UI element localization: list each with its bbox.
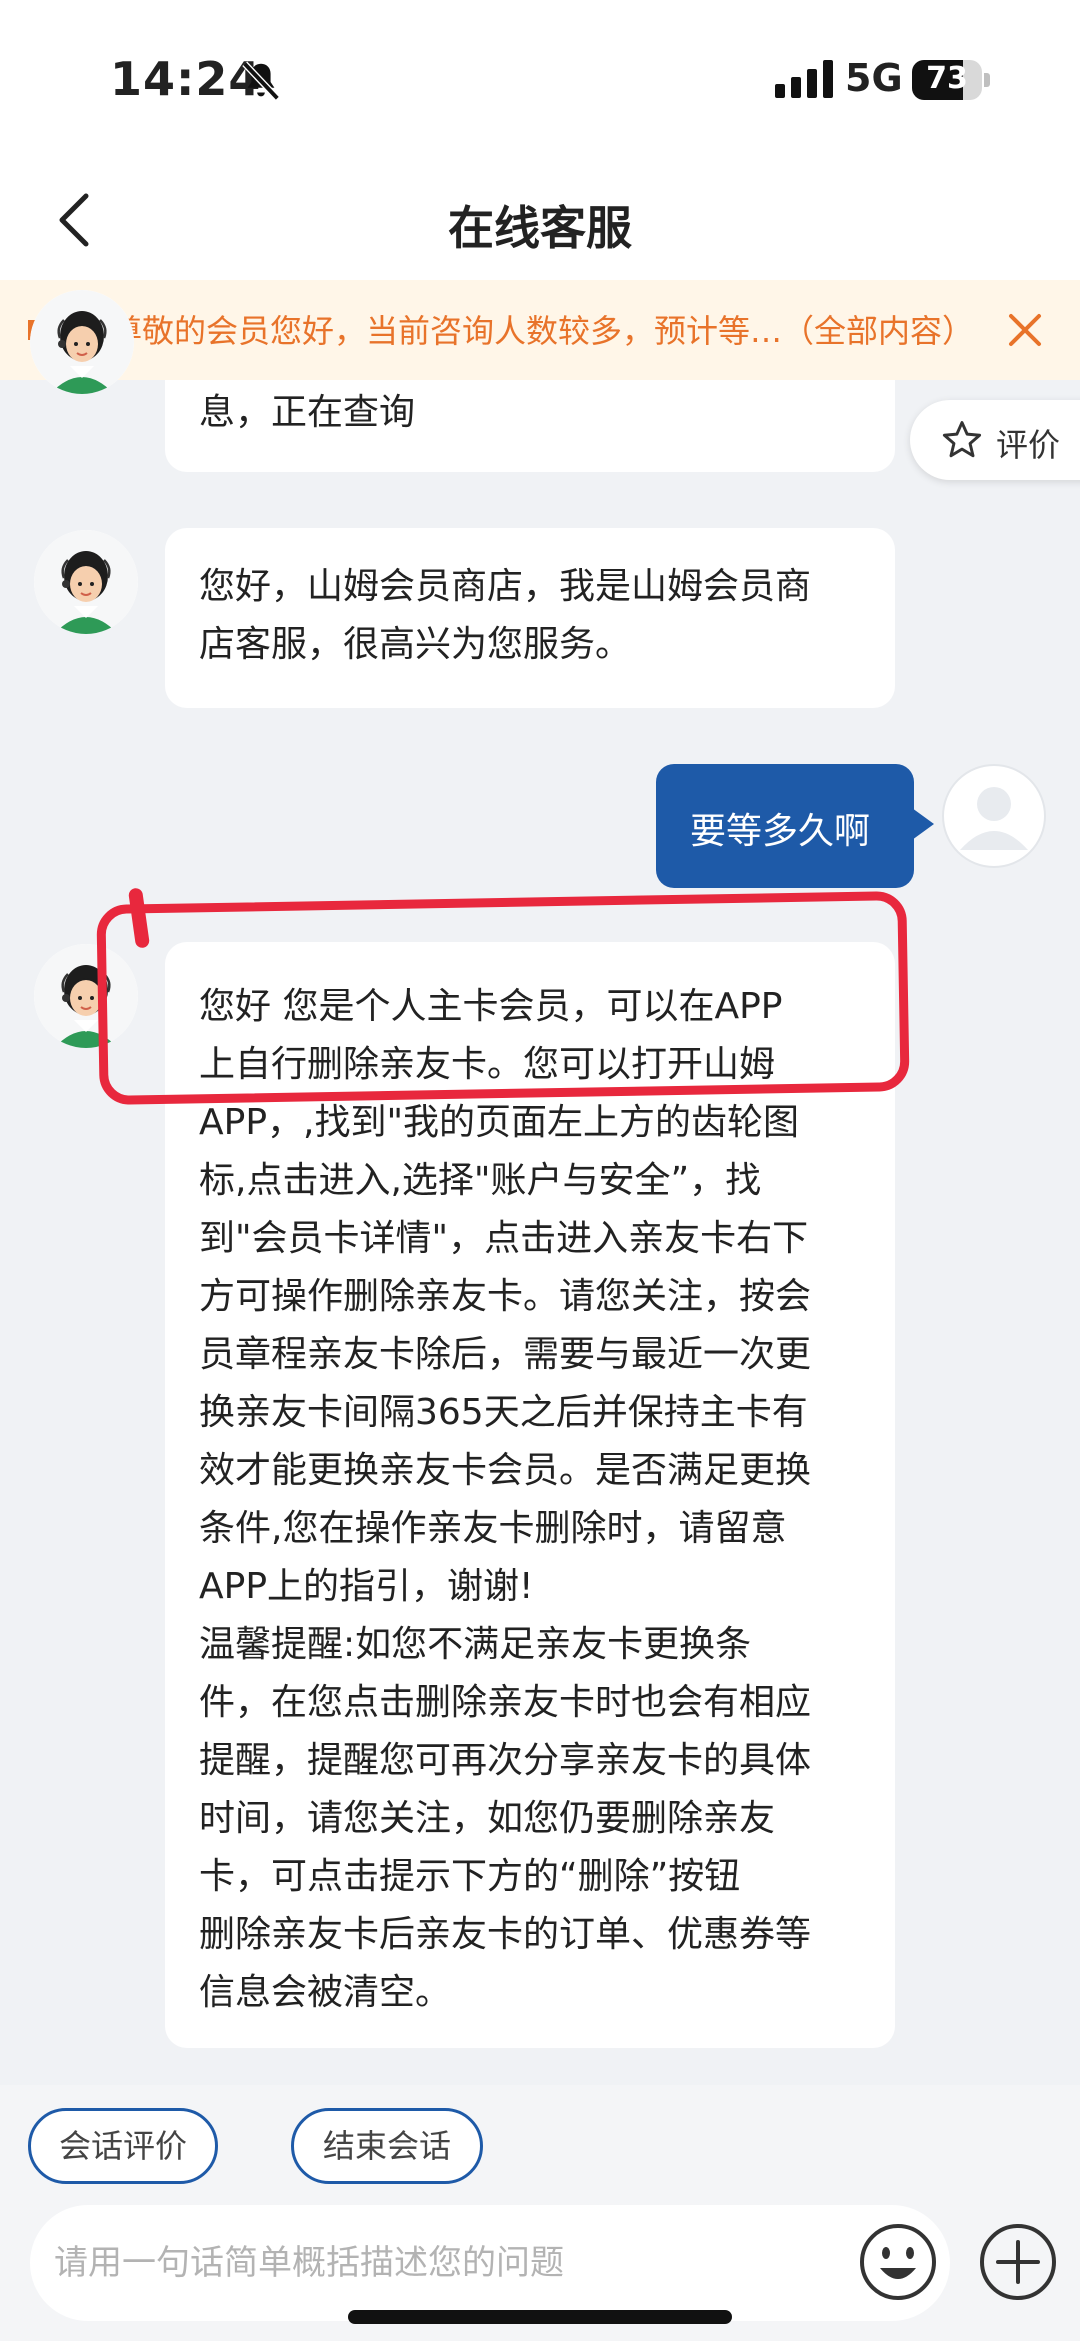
rate-button[interactable]: 评价 — [910, 400, 1080, 480]
message-input-box[interactable] — [30, 2205, 950, 2321]
battery-icon: 73 — [912, 60, 990, 100]
bottom-bar: 会话评价 结束会话 — [0, 2085, 1080, 2341]
home-indicator[interactable] — [348, 2310, 732, 2324]
user-message-text: 要等多久啊 — [690, 811, 871, 852]
notice-bar[interactable]: 尊敬的会员您好，当前咨询人数较多，预计等…（全部内容） — [0, 280, 1080, 380]
highlight-annotation — [96, 890, 910, 1106]
bell-muted-icon — [242, 61, 280, 101]
top-bar: 14:24 5G 73 在线客服 — [0, 0, 1080, 280]
user-bubble-tail — [912, 808, 934, 840]
agent-avatar — [30, 290, 134, 394]
emoji-icon[interactable] — [858, 2222, 938, 2302]
user-message-bubble: 要等多久啊 — [656, 764, 914, 888]
notice-text[interactable]: 尊敬的会员您好，当前咨询人数较多，预计等…（全部内容） — [110, 306, 974, 352]
rate-session-button[interactable]: 会话评价 — [28, 2108, 218, 2184]
agent-message-bubble: 息，正在查询 — [165, 380, 895, 472]
agent-message-bubble: 您好 您是个人主卡会员，可以在APP 上自行删除亲友卡。您可以打开山姆 APP，… — [165, 942, 895, 2048]
agent-message-bubble: 您好，山姆会员商店，我是山姆会员商 店客服，很高兴为您服务。 — [165, 528, 895, 708]
network-type: 5G — [845, 56, 903, 100]
user-avatar — [942, 764, 1046, 868]
message-input[interactable] — [54, 2233, 854, 2293]
star-icon — [942, 421, 982, 458]
agent-avatar — [34, 530, 138, 634]
close-icon[interactable] — [1005, 310, 1045, 350]
agent-message-text: 息，正在查询 — [199, 392, 416, 433]
signal-icon — [775, 60, 833, 98]
rate-label: 评价 — [996, 426, 1061, 464]
end-session-button[interactable]: 结束会话 — [291, 2108, 483, 2184]
battery-level: 73 — [926, 61, 968, 96]
agent-message-text: 您好，山姆会员商店，我是山姆会员商 店客服，很高兴为您服务。 — [199, 566, 812, 665]
agent-message-text: 您好 您是个人主卡会员，可以在APP 上自行删除亲友卡。您可以打开山姆 APP，… — [199, 986, 812, 2013]
add-icon[interactable] — [978, 2222, 1058, 2302]
page-title: 在线客服 — [448, 201, 632, 255]
